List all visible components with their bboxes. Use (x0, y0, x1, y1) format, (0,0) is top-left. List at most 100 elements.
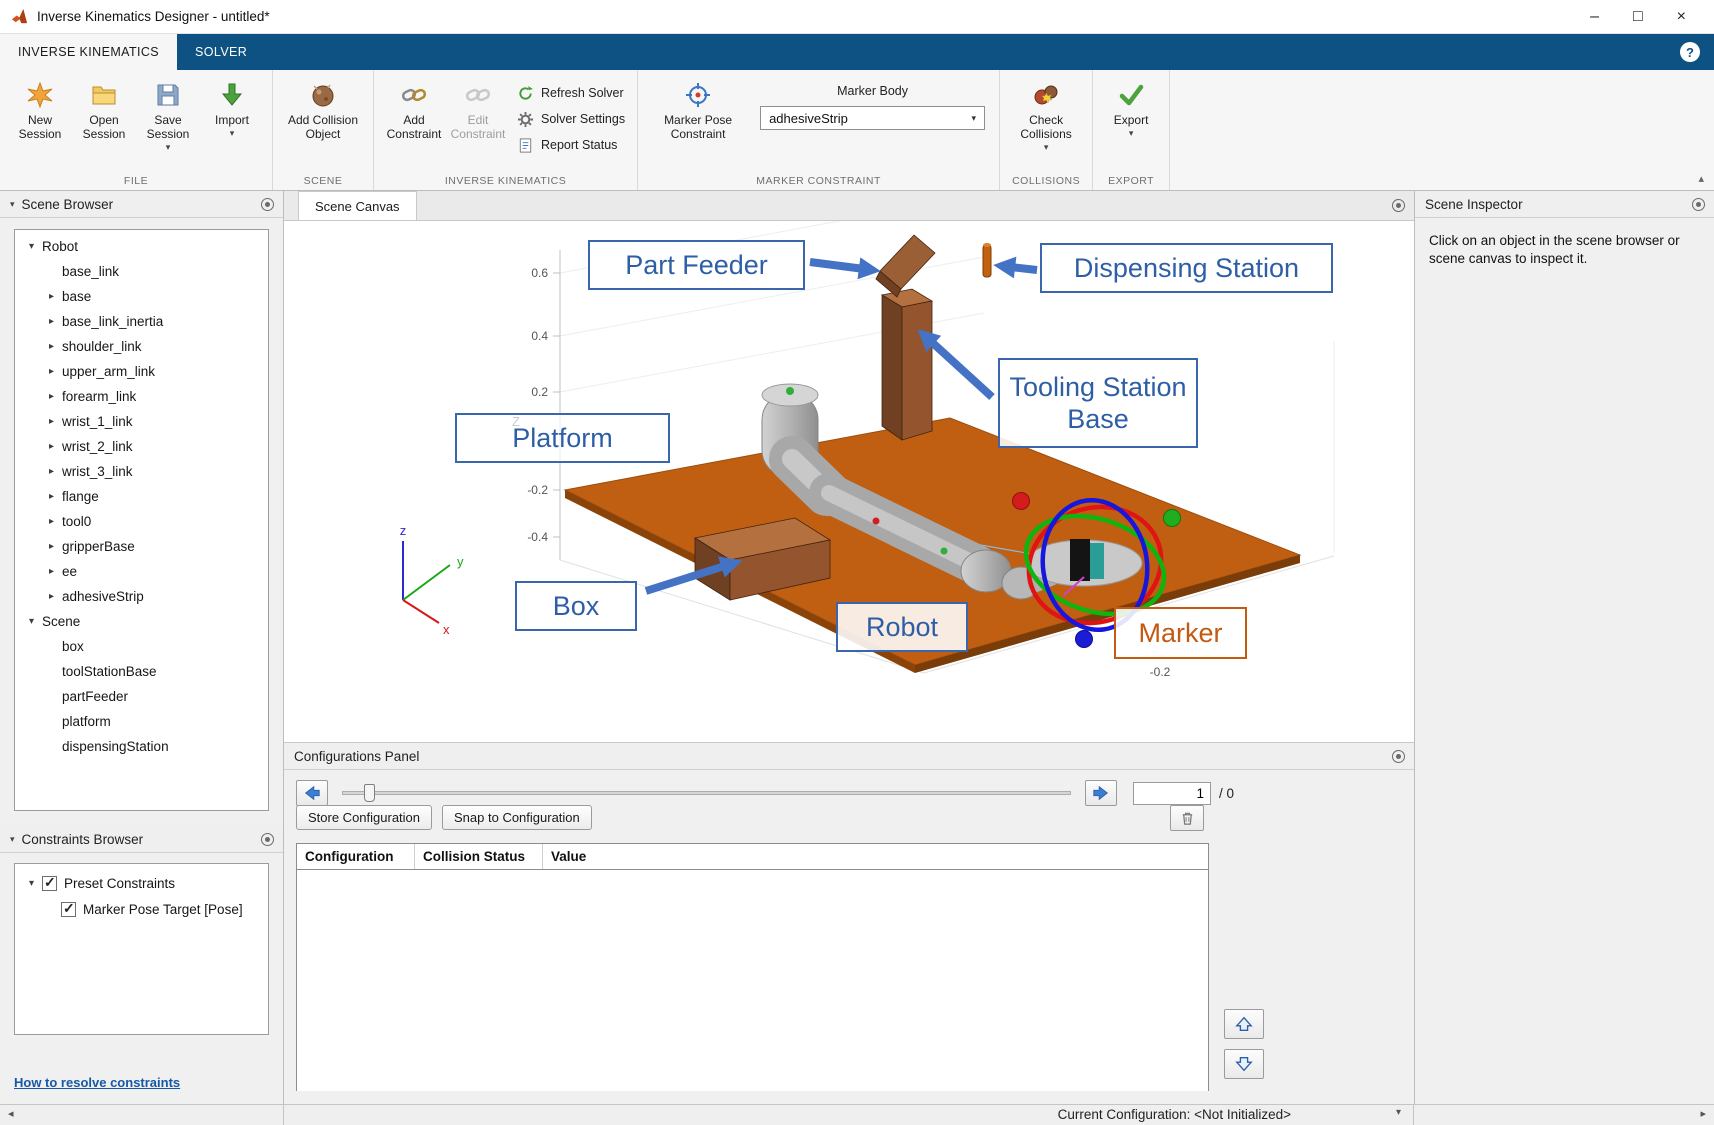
constraints-browser-tree[interactable]: ▾ ✓ Preset Constraints ✓ Marker Pose Tar… (14, 863, 269, 1035)
report-status-button[interactable]: Report Status (516, 136, 625, 154)
chevron-right-icon[interactable]: ▸ (43, 366, 60, 377)
configurations-table[interactable]: Configuration Collision Status Value (296, 843, 1209, 1091)
tree-item-adhesive-strip[interactable]: ▸adhesiveStrip (15, 584, 268, 609)
preset-constraints-checkbox[interactable]: ✓ (42, 876, 57, 891)
chevron-right-icon[interactable]: ▸ (43, 591, 60, 602)
axis-tick-label: 0.6 (531, 266, 548, 280)
delete-configuration-button[interactable] (1170, 805, 1204, 831)
tree-item-forearm-link[interactable]: ▸forearm_link (15, 384, 268, 409)
slider-thumb[interactable] (364, 784, 375, 802)
chevron-down-icon[interactable]: ▾ (23, 616, 40, 627)
chevron-down-icon[interactable]: ▾ (23, 241, 40, 252)
ribbon-tab-bar: INVERSE KINEMATICS SOLVER ? (0, 34, 1714, 70)
tree-item-base-link[interactable]: base_link (15, 259, 268, 284)
small-item-label: Refresh Solver (541, 86, 624, 100)
chevron-right-icon[interactable]: ▸ (43, 491, 60, 502)
add-collision-object-button[interactable]: Add Collision Object (281, 76, 365, 142)
minimize-button[interactable]: – (1590, 0, 1599, 34)
snap-to-configuration-button[interactable]: Snap to Configuration (442, 805, 592, 830)
chevron-right-icon[interactable]: ▸ (43, 516, 60, 527)
tree-item-base-link-inertia[interactable]: ▸base_link_inertia (15, 309, 268, 334)
tab-scene-canvas[interactable]: Scene Canvas (298, 191, 417, 220)
dispensing-station-shape[interactable] (983, 243, 991, 277)
button-label: Save Session (136, 114, 200, 142)
panel-options-icon[interactable] (1392, 199, 1405, 212)
tree-item-wrist-3-link[interactable]: ▸wrist_3_link (15, 459, 268, 484)
tree-item-tool-station-base[interactable]: toolStationBase (15, 659, 268, 684)
export-button[interactable]: Export ▾ (1101, 76, 1161, 138)
help-icon[interactable]: ? (1680, 42, 1700, 62)
chevron-right-icon[interactable]: ▸ (43, 316, 60, 327)
solver-settings-button[interactable]: Solver Settings (516, 110, 625, 128)
tree-item-shoulder-link[interactable]: ▸shoulder_link (15, 334, 268, 359)
chevron-right-icon[interactable]: ▸ (43, 416, 60, 427)
next-configuration-button[interactable] (1085, 780, 1117, 806)
chevron-right-icon[interactable]: ▸ (43, 441, 60, 452)
tree-item-robot[interactable]: ▾Robot (15, 234, 268, 259)
tree-item-base[interactable]: ▸base (15, 284, 268, 309)
new-session-button[interactable]: New Session (8, 76, 72, 142)
chevron-right-icon[interactable]: ▸ (43, 341, 60, 352)
chevron-right-icon[interactable]: ▸ (43, 566, 60, 577)
marker-body-dropdown[interactable]: adhesiveStrip ▾ (760, 106, 985, 130)
tree-item-upper-arm-link[interactable]: ▸upper_arm_link (15, 359, 268, 384)
tree-item-label: adhesiveStrip (62, 589, 144, 604)
collapse-panel-right-icon[interactable]: ▸ (1700, 1107, 1706, 1120)
tree-item-tool0[interactable]: ▸tool0 (15, 509, 268, 534)
constraint-item-preset[interactable]: ▾ ✓ Preset Constraints (15, 870, 268, 896)
chevron-right-icon[interactable]: ▸ (43, 466, 60, 477)
column-header: Configuration (297, 844, 415, 869)
scene-3d-view[interactable]: z y x 0.6 0.4 0.2 -0.2 -0.4 Z -0.2 (284, 221, 1414, 742)
chevron-down-icon[interactable]: ▾ (23, 878, 40, 889)
marker-pose-target-checkbox[interactable]: ✓ (61, 902, 76, 917)
chevron-right-icon[interactable]: ▸ (43, 541, 60, 552)
configuration-slider[interactable] (342, 783, 1071, 803)
tree-item-ee[interactable]: ▸ee (15, 559, 268, 584)
configuration-index-input[interactable] (1133, 782, 1211, 805)
button-label: Export (1114, 114, 1149, 128)
collapse-panel-left-icon[interactable]: ◂ (8, 1107, 14, 1120)
save-session-button[interactable]: Save Session ▾ (136, 76, 200, 152)
tree-item-platform[interactable]: platform (15, 709, 268, 734)
tree-item-scene[interactable]: ▾Scene (15, 609, 268, 634)
marker-pose-constraint-button[interactable]: Marker Pose Constraint (646, 76, 750, 142)
tree-item-box[interactable]: box (15, 634, 268, 659)
add-constraint-button[interactable]: Add Constraint (382, 76, 446, 142)
how-to-resolve-constraints-link[interactable]: How to resolve constraints (14, 1075, 180, 1090)
tab-solver[interactable]: SOLVER (177, 34, 265, 70)
scene-canvas[interactable]: z y x 0.6 0.4 0.2 -0.2 -0.4 Z -0.2 (284, 221, 1414, 742)
title-bar: Inverse Kinematics Designer - untitled* … (0, 0, 1714, 34)
tooling-station-base-shape[interactable] (882, 289, 932, 440)
collapse-panel-icon[interactable]: ▾ (10, 199, 15, 210)
panel-options-icon[interactable] (1392, 750, 1405, 763)
chevron-right-icon[interactable]: ▸ (43, 291, 60, 302)
tree-item-wrist-1-link[interactable]: ▸wrist_1_link (15, 409, 268, 434)
scene-browser-tree[interactable]: ▾Robot base_link ▸base ▸base_link_inerti… (14, 229, 269, 811)
tree-item-flange[interactable]: ▸flange (15, 484, 268, 509)
maximize-button[interactable]: □ (1633, 0, 1643, 34)
chevron-right-icon[interactable]: ▸ (43, 391, 60, 402)
tree-item-part-feeder[interactable]: partFeeder (15, 684, 268, 709)
import-button[interactable]: Import ▾ (200, 76, 264, 138)
arrow-down-icon (1233, 1055, 1255, 1073)
tree-item-gripper-base[interactable]: ▸gripperBase (15, 534, 268, 559)
refresh-solver-button[interactable]: Refresh Solver (516, 84, 625, 102)
status-chevron-icon[interactable]: ▾ (1396, 1107, 1401, 1118)
tab-inverse-kinematics[interactable]: INVERSE KINEMATICS (0, 34, 177, 70)
panel-options-icon[interactable] (261, 198, 274, 211)
store-configuration-button[interactable]: Store Configuration (296, 805, 432, 830)
panel-options-icon[interactable] (261, 833, 274, 846)
check-collisions-button[interactable]: Check Collisions ▾ (1008, 76, 1084, 152)
panel-options-icon[interactable] (1692, 198, 1705, 211)
open-session-button[interactable]: Open Session (72, 76, 136, 142)
tree-item-wrist-2-link[interactable]: ▸wrist_2_link (15, 434, 268, 459)
close-button[interactable]: × (1677, 0, 1686, 34)
collapse-ribbon-icon[interactable]: ▴ (1698, 172, 1704, 185)
collapse-panel-icon[interactable]: ▾ (10, 834, 15, 845)
move-configuration-down-button[interactable] (1224, 1049, 1264, 1079)
tree-item-dispensing-station[interactable]: dispensingStation (15, 734, 268, 759)
previous-configuration-button[interactable] (296, 780, 328, 806)
part-feeder-shape[interactable] (876, 235, 935, 297)
constraint-item-marker-pose-target[interactable]: ✓ Marker Pose Target [Pose] (15, 896, 268, 922)
move-configuration-up-button[interactable] (1224, 1009, 1264, 1039)
